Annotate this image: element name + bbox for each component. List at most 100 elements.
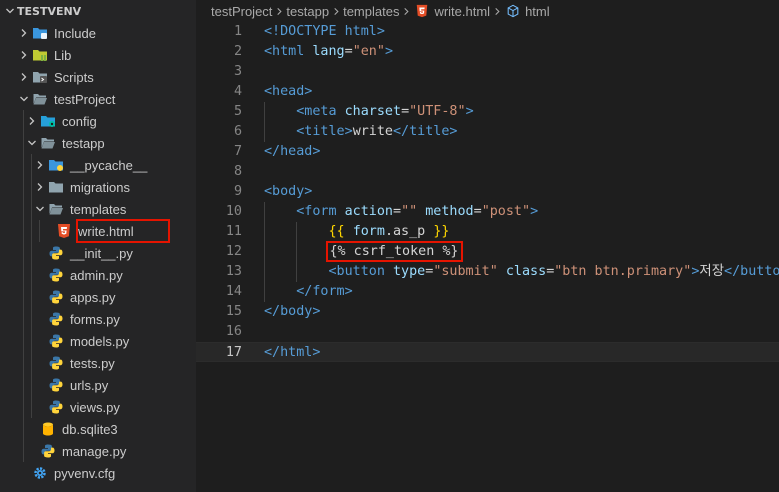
line-number: 4 [233, 84, 242, 99]
code-line[interactable]: 14 </form> [196, 282, 779, 302]
python-file-icon [48, 355, 64, 371]
code-text: <form action="" method="post"> [264, 202, 538, 222]
tree-item-label: testProject [54, 91, 116, 107]
database-file-icon [40, 421, 56, 437]
code-line[interactable]: 5 <meta charset="UTF-8"> [196, 102, 779, 122]
tree-item-manage-py[interactable]: manage.py [0, 440, 196, 462]
code-token: <body> [264, 184, 313, 199]
tree-item-label: tests.py [70, 355, 115, 371]
folder-python-icon [48, 157, 64, 173]
code-editor[interactable]: testProject testapp templates write.html htm… [196, 0, 779, 492]
tree-item-db-sqlite3[interactable]: db.sqlite3 [0, 418, 196, 440]
code-token: form [352, 224, 385, 239]
code-line[interactable]: 17 </html> [196, 342, 779, 362]
code-line[interactable]: 12 {% csrf_token %} [196, 241, 779, 262]
explorer-root-label: TESTVENV [17, 4, 82, 18]
breadcrumb-item[interactable]: templates [343, 4, 399, 19]
code-token: "btn btn.primary" [554, 264, 692, 279]
line-number: 17 [225, 345, 242, 360]
code-text: <title>write</title> [264, 122, 457, 142]
code-text: <body> [264, 182, 312, 202]
tree-item-label: manage.py [62, 443, 127, 459]
code-line[interactable]: 10 <form action="" method="post"> [196, 202, 779, 222]
breadcrumb-item[interactable]: testapp [286, 4, 329, 19]
tree-item-admin-py[interactable]: admin.py [0, 264, 196, 286]
indent-guide [31, 286, 32, 308]
code-line[interactable]: 15 </body> [196, 302, 779, 322]
indent-guide [23, 110, 24, 132]
tree-item-label: Lib [54, 47, 72, 63]
tree-item-pycache[interactable]: __pycache__ [0, 154, 196, 176]
tree-item-write-html[interactable]: write.html [0, 219, 196, 243]
tree-item-views-py[interactable]: views.py [0, 396, 196, 418]
breadcrumb-item[interactable]: write.html [434, 4, 490, 19]
code-line[interactable]: 2 <html lang="en"> [196, 42, 779, 62]
code-line[interactable]: 4 <head> [196, 82, 779, 102]
code-text: <button type="submit" class="btn btn.pri… [264, 262, 779, 282]
tree-item-testproject[interactable]: testProject [0, 88, 196, 110]
code-text: </form> [264, 282, 352, 302]
line-number: 2 [233, 44, 242, 59]
tree-item-label: __pycache__ [70, 157, 148, 173]
code-token: = [393, 204, 402, 219]
line-number: 3 [233, 64, 242, 79]
tree-item-label: admin.py [70, 267, 123, 283]
python-file-icon [48, 377, 64, 393]
code-token: action [344, 204, 393, 219]
tree-item-lib[interactable]: Lib [0, 44, 196, 66]
tree-item-migrations[interactable]: migrations [0, 176, 196, 198]
tree-item-label: testapp [62, 135, 105, 151]
breadcrumb-item[interactable]: testProject [211, 4, 272, 19]
folder-icon [48, 179, 64, 195]
tree-item-label: forms.py [70, 311, 120, 327]
explorer-sidebar: TESTVENV Include Lib Scripts testProject con… [0, 0, 196, 492]
code-text: {% csrf_token %} [264, 241, 463, 262]
code-token: type [393, 264, 426, 279]
code-token: = [401, 104, 410, 119]
line-number: 7 [233, 144, 242, 159]
code-line[interactable]: 16 [196, 322, 779, 342]
indent-guide [23, 154, 24, 176]
code-token: <meta [296, 104, 337, 119]
folder-lib-icon [32, 47, 48, 63]
breadcrumb-item[interactable]: html [525, 4, 550, 19]
tree-item-label: migrations [70, 179, 130, 195]
code-token: </html> [264, 345, 321, 360]
explorer-root-folder[interactable]: TESTVENV [0, 0, 196, 22]
code-token: {% csrf_token %} [325, 241, 463, 262]
tree-item-scripts[interactable]: Scripts [0, 66, 196, 88]
code-line[interactable]: 3 [196, 62, 779, 82]
tree-item-apps-py[interactable]: apps.py [0, 286, 196, 308]
code-line[interactable]: 13 <button type="submit" class="btn btn.… [196, 262, 779, 282]
tree-item-include[interactable]: Include [0, 22, 196, 44]
tree-item-config[interactable]: config [0, 110, 196, 132]
code-line[interactable]: 7 </head> [196, 142, 779, 162]
code-token: <button [328, 264, 385, 279]
code-token: </head> [264, 144, 321, 159]
tree-item-testapp[interactable]: testapp [0, 132, 196, 154]
code-token: </body> [264, 304, 321, 319]
indent-guide [23, 286, 24, 308]
code-line[interactable]: 8 [196, 162, 779, 182]
tree-item-urls-py[interactable]: urls.py [0, 374, 196, 396]
tree-item-init-py[interactable]: __init__.py [0, 242, 196, 264]
tree-item-tests-py[interactable]: tests.py [0, 352, 196, 374]
tree-item-templates[interactable]: templates [0, 198, 196, 220]
tree-item-pyvenv-cfg[interactable]: pyvenv.cfg [0, 462, 196, 484]
tree-item-label: views.py [70, 399, 120, 415]
indent-guide [23, 132, 24, 154]
code-line[interactable]: 11 {{ form.as_p }} [196, 222, 779, 242]
element-cube-icon [506, 4, 520, 18]
tree-item-models-py[interactable]: models.py [0, 330, 196, 352]
code-area[interactable]: 1 <!DOCTYPE html> 2 <html lang="en"> 3 4 <head… [196, 22, 779, 492]
code-line[interactable]: 6 <title>write</title> [196, 122, 779, 142]
code-line[interactable]: 9 <body> [196, 182, 779, 202]
indent-guide [31, 396, 32, 418]
code-line[interactable]: 1 <!DOCTYPE html> [196, 22, 779, 42]
tree-item-forms-py[interactable]: forms.py [0, 308, 196, 330]
